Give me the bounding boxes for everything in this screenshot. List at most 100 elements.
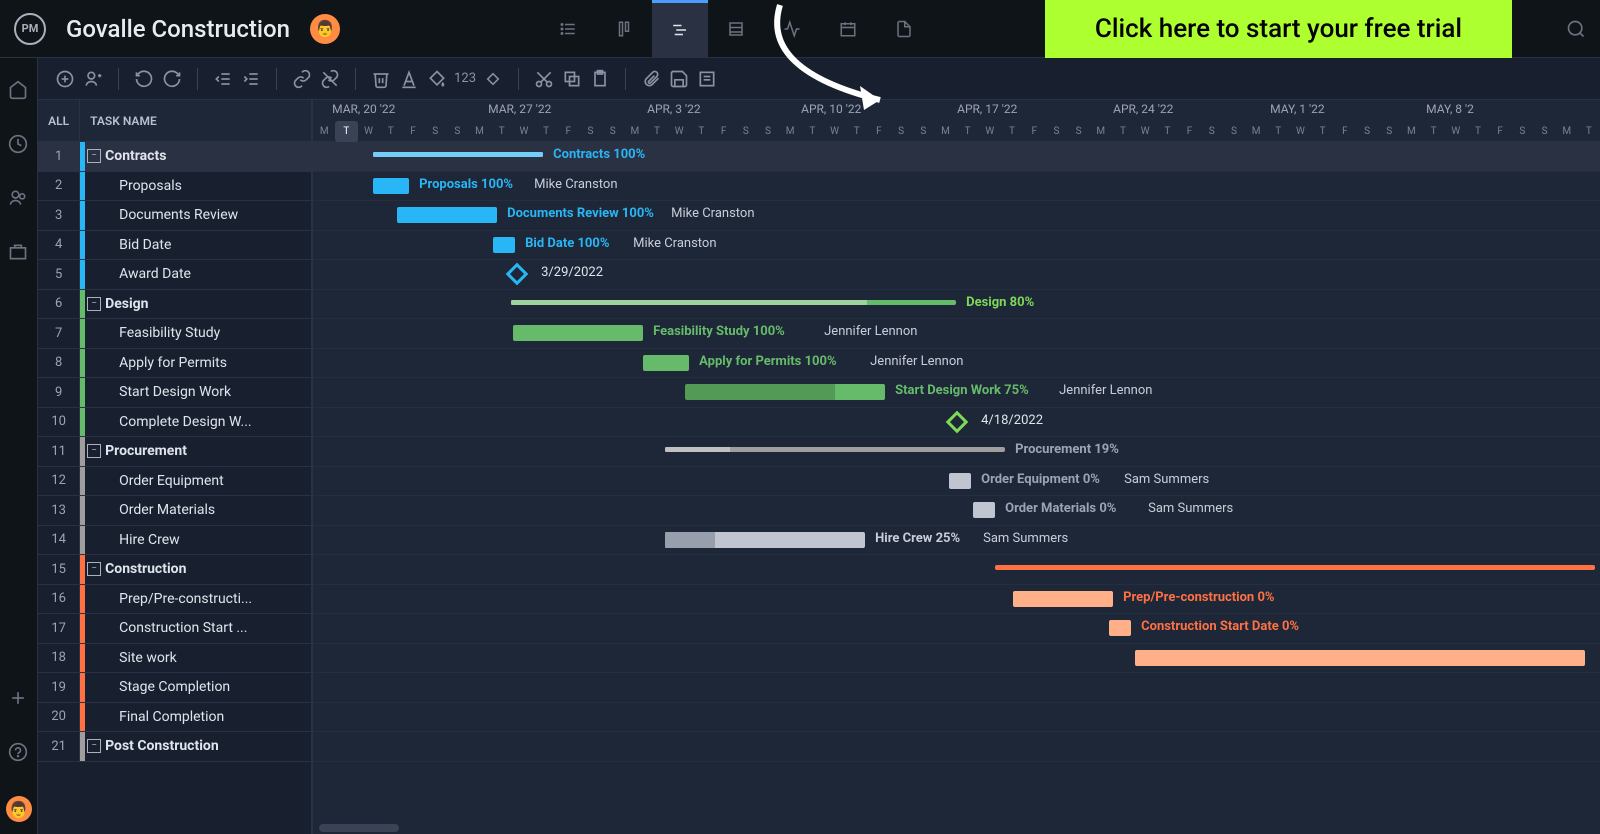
gantt-bar[interactable] <box>1109 620 1131 636</box>
copy-icon[interactable] <box>561 68 583 90</box>
gantt-row[interactable]: Hire Crew 25%Sam Summers <box>313 526 1600 556</box>
collapse-icon[interactable]: − <box>87 149 101 163</box>
task-row[interactable]: 13Order Materials <box>38 496 311 526</box>
gantt-row[interactable]: Procurement 19% <box>313 437 1600 467</box>
gantt-row[interactable]: Design 80% <box>313 290 1600 320</box>
gantt-row[interactable]: Documents Review 100%Mike Cranston <box>313 201 1600 231</box>
user-avatar[interactable]: 👨 <box>310 14 340 44</box>
home-icon[interactable] <box>8 80 30 102</box>
gantt-bar[interactable] <box>511 300 956 305</box>
gantt-bar[interactable] <box>1013 591 1113 607</box>
gantt-row[interactable]: Prep/Pre-construction 0% <box>313 585 1600 615</box>
horizontal-scrollbar[interactable] <box>319 824 399 832</box>
gantt-bar[interactable] <box>513 325 643 341</box>
gantt-row[interactable]: Construction Start Date 0% <box>313 614 1600 644</box>
cut-icon[interactable] <box>533 68 555 90</box>
gantt-bar[interactable] <box>1135 650 1585 666</box>
task-row[interactable]: 10Complete Design W... <box>38 408 311 438</box>
gantt-row[interactable]: Proposals 100%Mike Cranston <box>313 172 1600 202</box>
task-row[interactable]: 6−Design <box>38 290 311 320</box>
gantt-row[interactable]: 4/18/2022 <box>313 408 1600 438</box>
outdent-icon[interactable] <box>212 68 234 90</box>
sheet-view-icon[interactable] <box>708 0 764 58</box>
task-row[interactable]: 8Apply for Permits <box>38 349 311 379</box>
collapse-icon[interactable]: − <box>87 297 101 311</box>
gantt-row[interactable]: Bid Date 100%Mike Cranston <box>313 231 1600 261</box>
gantt-chart[interactable]: MAR, 20 '22MAR, 27 '22APR, 3 '22APR, 10 … <box>313 100 1600 834</box>
link-icon[interactable] <box>291 68 313 90</box>
files-view-icon[interactable] <box>876 0 932 58</box>
milestone-icon[interactable] <box>482 68 504 90</box>
gantt-milestone[interactable] <box>506 263 529 286</box>
redo-icon[interactable] <box>161 68 183 90</box>
gantt-bar[interactable] <box>373 178 409 194</box>
collapse-icon[interactable]: − <box>87 562 101 576</box>
task-row[interactable]: 12Order Equipment <box>38 467 311 497</box>
gantt-bar[interactable] <box>665 447 1005 452</box>
gantt-milestone[interactable] <box>946 410 969 433</box>
task-row[interactable]: 19Stage Completion <box>38 673 311 703</box>
gantt-bar[interactable] <box>973 502 995 518</box>
task-row[interactable]: 20Final Completion <box>38 703 311 733</box>
task-row[interactable]: 2Proposals <box>38 172 311 202</box>
gantt-row[interactable] <box>313 644 1600 674</box>
task-row[interactable]: 21−Post Construction <box>38 732 311 762</box>
column-all[interactable]: ALL <box>38 100 80 142</box>
add-task-icon[interactable] <box>54 68 76 90</box>
paste-icon[interactable] <box>589 68 611 90</box>
text-format-icon[interactable] <box>398 68 420 90</box>
gantt-bar[interactable] <box>685 384 885 400</box>
task-row[interactable]: 14Hire Crew <box>38 526 311 556</box>
gantt-row[interactable]: 3/29/2022 <box>313 260 1600 290</box>
column-task-name[interactable]: TASK NAME <box>80 114 157 128</box>
fill-icon[interactable] <box>426 68 448 90</box>
gantt-row[interactable]: Order Equipment 0%Sam Summers <box>313 467 1600 497</box>
gantt-row[interactable] <box>313 673 1600 703</box>
recent-icon[interactable] <box>8 134 30 156</box>
delete-icon[interactable] <box>370 68 392 90</box>
gantt-bar[interactable] <box>493 237 515 253</box>
add-icon[interactable] <box>8 688 30 710</box>
help-icon[interactable] <box>8 742 30 764</box>
team-icon[interactable] <box>8 188 30 210</box>
activity-view-icon[interactable] <box>764 0 820 58</box>
search-icon[interactable] <box>1566 19 1586 39</box>
attachment-icon[interactable] <box>640 68 662 90</box>
gantt-row[interactable]: Order Materials 0%Sam Summers <box>313 496 1600 526</box>
task-row[interactable]: 5Award Date <box>38 260 311 290</box>
gantt-row[interactable]: Apply for Permits 100%Jennifer Lennon <box>313 349 1600 379</box>
number-format-label[interactable]: 123 <box>454 71 476 86</box>
calendar-view-icon[interactable] <box>820 0 876 58</box>
unlink-icon[interactable] <box>319 68 341 90</box>
task-row[interactable]: 17Construction Start ... <box>38 614 311 644</box>
collapse-icon[interactable]: − <box>87 739 101 753</box>
gantt-bar[interactable] <box>949 473 971 489</box>
board-view-icon[interactable] <box>596 0 652 58</box>
gantt-bar[interactable] <box>665 532 865 548</box>
task-row[interactable]: 7Feasibility Study <box>38 319 311 349</box>
task-row[interactable]: 3Documents Review <box>38 201 311 231</box>
gantt-bar[interactable] <box>995 565 1595 570</box>
task-row[interactable]: 11−Procurement <box>38 437 311 467</box>
undo-icon[interactable] <box>133 68 155 90</box>
task-row[interactable]: 1−Contracts <box>38 142 311 172</box>
task-row[interactable]: 15−Construction <box>38 555 311 585</box>
briefcase-icon[interactable] <box>8 242 30 264</box>
indent-icon[interactable] <box>240 68 262 90</box>
task-row[interactable]: 9Start Design Work <box>38 378 311 408</box>
gantt-bar[interactable] <box>373 152 543 157</box>
task-row[interactable]: 4Bid Date <box>38 231 311 261</box>
collapse-icon[interactable]: − <box>87 444 101 458</box>
note-icon[interactable] <box>696 68 718 90</box>
free-trial-cta[interactable]: Click here to start your free trial <box>1045 0 1512 58</box>
task-row[interactable]: 16Prep/Pre-constructi... <box>38 585 311 615</box>
gantt-bar[interactable] <box>643 355 689 371</box>
gantt-view-icon[interactable] <box>652 0 708 58</box>
gantt-row[interactable]: Feasibility Study 100%Jennifer Lennon <box>313 319 1600 349</box>
gantt-row[interactable]: Start Design Work 75%Jennifer Lennon <box>313 378 1600 408</box>
gantt-bar[interactable] <box>397 207 497 223</box>
gantt-row[interactable] <box>313 703 1600 733</box>
gantt-row[interactable] <box>313 555 1600 585</box>
list-view-icon[interactable] <box>540 0 596 58</box>
assign-icon[interactable] <box>82 68 104 90</box>
